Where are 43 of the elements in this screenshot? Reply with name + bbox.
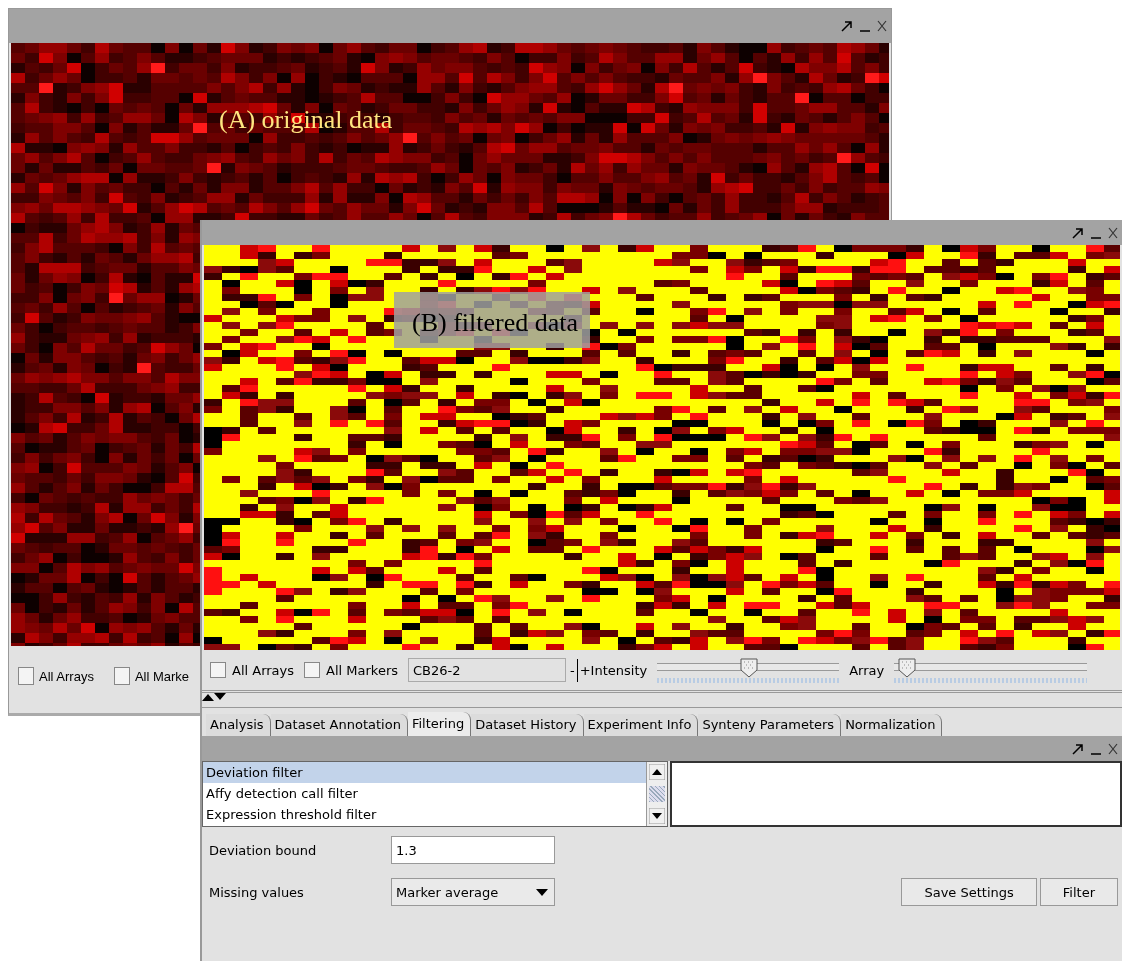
restore-arrow-icon[interactable] [1072, 742, 1084, 755]
button[interactable]: Save Settings [901, 878, 1037, 906]
restore-arrow-icon[interactable] [841, 20, 853, 32]
close-icon[interactable] [1108, 742, 1118, 755]
checkbox-label[interactable]: All Arrays [232, 662, 295, 678]
marker-field[interactable]: CB26-2 [408, 658, 566, 682]
close-icon[interactable] [1108, 226, 1118, 239]
slider-thumb[interactable] [740, 657, 759, 678]
checkbox[interactable] [113, 667, 130, 685]
field-label: Missing values [209, 884, 305, 900]
checkbox[interactable] [18, 667, 34, 685]
list-item[interactable]: Expression threshold filter [203, 804, 646, 825]
tab[interactable]: Experiment Info [583, 714, 699, 736]
deviation-bound-field[interactable]: 1.3 [391, 836, 555, 864]
list-item[interactable]: Deviation filter [203, 762, 646, 783]
checkbox-label[interactable]: All Arrays [39, 668, 94, 684]
overlay-label: (B) filtered data [394, 292, 591, 348]
checkbox-label[interactable]: All Markers [326, 662, 398, 678]
tab[interactable]: Analysis [206, 714, 271, 736]
tab[interactable]: Dataset History [471, 714, 584, 736]
tab[interactable]: Dataset Annotation [270, 714, 408, 736]
overlay-label: (A) original data [219, 105, 393, 135]
close-icon[interactable] [877, 20, 887, 32]
checkbox[interactable] [304, 662, 321, 678]
intensity-minus-label: - [570, 662, 575, 678]
intensity-label: +Intensity [576, 658, 648, 682]
tab[interactable]: Filtering [407, 712, 472, 736]
restore-arrow-icon[interactable] [1072, 226, 1084, 239]
missing-values-dropdown[interactable]: Marker average [391, 878, 555, 906]
field-label: Deviation bound [209, 842, 318, 858]
checkbox-label[interactable]: All Marke [134, 668, 190, 684]
checkbox[interactable] [210, 662, 226, 678]
scroll-up-icon[interactable] [649, 764, 665, 780]
dropdown-caret-icon[interactable] [536, 888, 548, 896]
scroll-down-icon[interactable] [649, 808, 665, 824]
slider-thumb[interactable] [897, 657, 916, 678]
button[interactable]: Filter [1039, 878, 1118, 906]
list-item[interactable]: Affy detection call filter [203, 783, 646, 804]
scrollbar-thumb[interactable] [649, 786, 665, 802]
tab[interactable]: Synteny Parameters [698, 714, 842, 736]
array-label: Array [849, 662, 885, 678]
tab[interactable]: Normalization [841, 714, 943, 736]
collapse-arrows-icon[interactable] [202, 693, 226, 701]
